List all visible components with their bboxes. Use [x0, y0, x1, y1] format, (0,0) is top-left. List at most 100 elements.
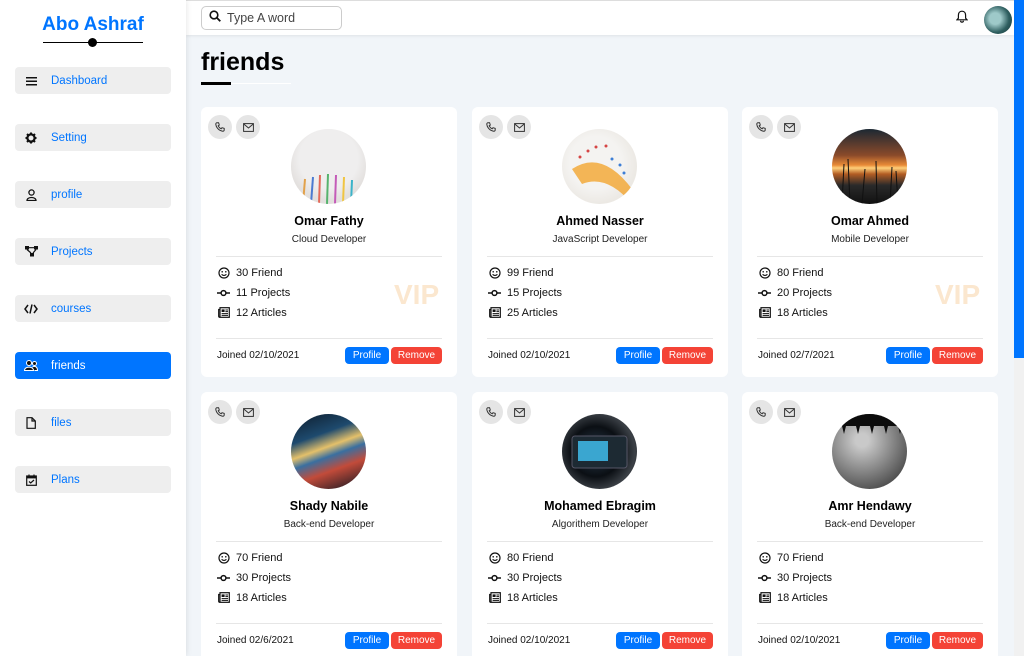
stat-articles-value: 25 Articles: [507, 306, 558, 319]
profile-button[interactable]: Profile: [616, 632, 660, 649]
stat-friends-value: 80 Friend: [507, 551, 554, 564]
stat-friends-value: 70 Friend: [236, 551, 283, 564]
calendar-check-icon: [17, 474, 45, 486]
remove-button[interactable]: Remove: [662, 347, 713, 364]
sidebar-item-projects[interactable]: Projects: [15, 238, 171, 265]
vip-badge: VIP: [935, 279, 981, 310]
smile-icon: [217, 266, 230, 279]
stat-projects-value: 15 Projects: [507, 286, 563, 299]
joined-date: Joined 02/6/2021: [217, 635, 294, 646]
stat-friends: 70 Friend: [217, 551, 282, 564]
joined-date: Joined 02/10/2021: [488, 350, 571, 361]
profile-button[interactable]: Profile: [345, 347, 389, 364]
top-header: [186, 0, 1014, 35]
sidebar-item-setting[interactable]: Setting: [15, 124, 171, 151]
friend-avatar: [562, 414, 637, 489]
stat-friends-value: 80 Friend: [777, 266, 824, 279]
stat-friends-value: 70 Friend: [777, 551, 824, 564]
card-divider: [757, 256, 983, 257]
sidebar-item-courses[interactable]: courses: [15, 295, 171, 322]
profile-button[interactable]: Profile: [345, 632, 389, 649]
commit-icon: [758, 286, 771, 299]
phone-icon[interactable]: [479, 115, 503, 139]
stat-projects: 20 Projects: [758, 286, 832, 299]
stat-articles-value: 18 Articles: [777, 306, 828, 319]
stat-articles-value: 18 Articles: [507, 591, 558, 604]
phone-icon[interactable]: [208, 400, 232, 424]
scrollbar-thumb[interactable]: [1014, 0, 1024, 358]
friend-card: Ahmed Nasser JavaScript Developer 99 Fri…: [472, 107, 728, 377]
profile-button[interactable]: Profile: [886, 347, 930, 364]
card-divider: [487, 256, 713, 257]
stat-projects: 30 Projects: [488, 571, 562, 584]
commit-icon: [217, 571, 230, 584]
stat-articles: 18 Articles: [758, 306, 828, 319]
search-icon: [209, 9, 221, 27]
remove-button[interactable]: Remove: [662, 632, 713, 649]
phone-icon[interactable]: [749, 115, 773, 139]
stat-projects: 11 Projects: [217, 286, 290, 299]
friend-name: Omar Fathy: [294, 214, 364, 228]
file-icon: [17, 416, 45, 429]
newspaper-icon: [758, 306, 771, 319]
sidebar-item-label: Dashboard: [51, 74, 108, 87]
joined-date: Joined 02/7/2021: [758, 350, 835, 361]
brand-title: Abo Ashraf: [42, 14, 144, 35]
stat-friends: 70 Friend: [758, 551, 823, 564]
friend-avatar: [291, 414, 366, 489]
mail-icon[interactable]: [236, 400, 260, 424]
user-avatar[interactable]: [984, 6, 1012, 34]
card-divider: [757, 623, 983, 624]
menu-icon: [17, 76, 45, 86]
stat-projects-value: 11 Projects: [236, 286, 291, 299]
sidebar-item-label: friends: [51, 359, 86, 372]
card-divider: [487, 338, 713, 339]
remove-button[interactable]: Remove: [391, 347, 442, 364]
joined-date: Joined 02/10/2021: [488, 635, 571, 646]
sidebar-item-label: profile: [51, 188, 83, 201]
stat-articles-value: 18 Articles: [236, 591, 287, 604]
stat-projects-value: 30 Projects: [236, 571, 292, 584]
card-divider: [216, 541, 442, 542]
friend-role: Mobile Developer: [831, 234, 909, 245]
stat-projects-value: 30 Projects: [507, 571, 563, 584]
friend-name: Mohamed Ebragim: [544, 499, 656, 513]
sidebar-item-label: files: [51, 416, 72, 429]
mail-icon[interactable]: [777, 400, 801, 424]
sidebar-item-dashboard[interactable]: Dashboard: [15, 67, 171, 94]
joined-date: Joined 02/10/2021: [217, 350, 300, 361]
stat-articles: 25 Articles: [488, 306, 558, 319]
mail-icon[interactable]: [507, 400, 531, 424]
bell-icon[interactable]: [955, 10, 969, 28]
sidebar-item-plans[interactable]: Plans: [15, 466, 171, 493]
stat-friends: 30 Friend: [217, 266, 282, 279]
search-input[interactable]: [227, 11, 332, 25]
sidebar-item-profile[interactable]: profile: [15, 181, 171, 208]
mail-icon[interactable]: [236, 115, 260, 139]
friend-name: Omar Ahmed: [830, 214, 910, 228]
mail-icon[interactable]: [777, 115, 801, 139]
stat-projects-value: 20 Projects: [777, 286, 833, 299]
mail-icon[interactable]: [507, 115, 531, 139]
phone-icon[interactable]: [749, 400, 773, 424]
remove-button[interactable]: Remove: [932, 632, 983, 649]
sidebar-item-label: courses: [51, 302, 92, 315]
sidebar-item-label: Setting: [51, 131, 87, 144]
friend-role: Back-end Developer: [824, 519, 916, 530]
phone-icon[interactable]: [208, 115, 232, 139]
profile-button[interactable]: Profile: [886, 632, 930, 649]
profile-button[interactable]: Profile: [616, 347, 660, 364]
search-box[interactable]: [201, 6, 342, 30]
remove-button[interactable]: Remove: [932, 347, 983, 364]
commit-icon: [758, 571, 771, 584]
phone-icon[interactable]: [479, 400, 503, 424]
stat-projects: 30 Projects: [758, 571, 832, 584]
sidebar-item-friends[interactable]: friends: [15, 352, 171, 379]
commit-icon: [217, 286, 230, 299]
page-title: friends: [201, 48, 285, 76]
sidebar-item-files[interactable]: files: [15, 409, 171, 436]
stat-friends-value: 99 Friend: [507, 266, 554, 279]
stat-projects: 15 Projects: [488, 286, 562, 299]
remove-button[interactable]: Remove: [391, 632, 442, 649]
newspaper-icon: [217, 306, 230, 319]
